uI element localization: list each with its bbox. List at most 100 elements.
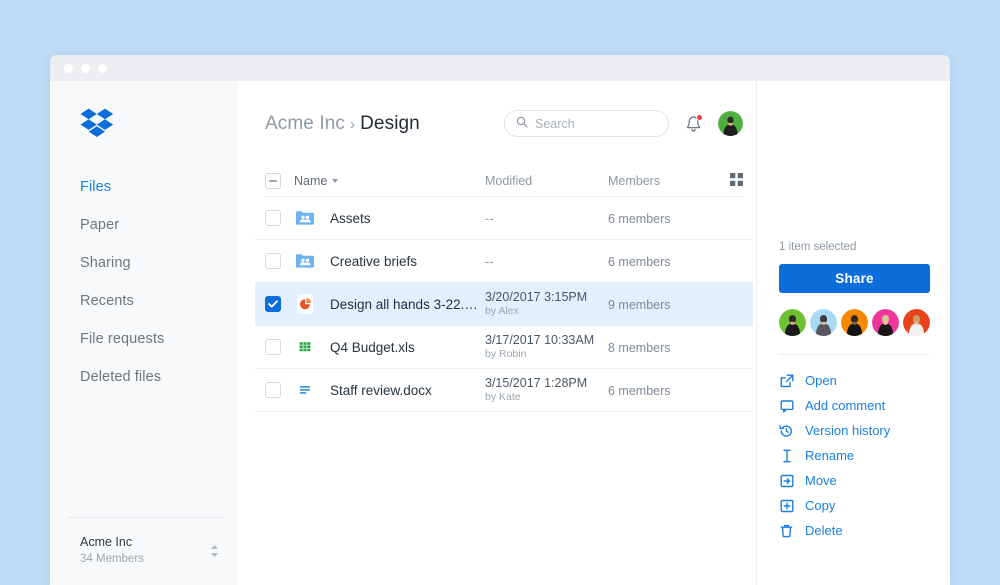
breadcrumb-separator: › — [350, 115, 356, 133]
table-row[interactable]: Q4 Budget.xls 3/17/2017 10:33AM by Robin… — [255, 326, 753, 369]
shared-folder-icon — [294, 207, 316, 229]
history-icon — [779, 424, 794, 438]
table-row[interactable]: Staff review.docx 3/15/2017 1:28PM by Ka… — [255, 369, 753, 412]
grid-view-icon[interactable] — [730, 173, 743, 189]
table-row-selected[interactable]: Design all hands 3-22.pptx 3/20/2017 3:1… — [255, 283, 753, 326]
action-version-history[interactable]: Version history — [779, 418, 930, 443]
action-delete[interactable]: Delete — [779, 518, 930, 543]
powerpoint-icon — [294, 293, 316, 315]
main-content: Acme Inc › Design Search Name Modified M… — [237, 81, 756, 585]
user-avatar[interactable] — [718, 111, 743, 136]
file-table: Name Modified Members Assets -- 6 member… — [255, 166, 756, 412]
action-label: Version history — [805, 423, 891, 438]
sidebar-item-file-requests[interactable]: File requests — [50, 320, 237, 358]
action-rename[interactable]: Rename — [779, 443, 930, 468]
sidebar-item-label: Recents — [80, 293, 134, 309]
file-name: Creative briefs — [330, 253, 418, 269]
action-label: Delete — [805, 523, 843, 538]
team-switcher-caret-icon — [210, 543, 219, 559]
action-label: Move — [805, 473, 837, 488]
file-members: 6 members — [608, 383, 671, 398]
file-members: 8 members — [608, 340, 671, 355]
window-close-dot[interactable] — [64, 63, 73, 73]
member-avatar-2[interactable] — [810, 309, 837, 336]
action-move[interactable]: Move — [779, 468, 930, 493]
notification-badge — [696, 113, 703, 121]
sidebar-nav: Files Paper Sharing Recents File request… — [50, 168, 237, 396]
dropbox-logo[interactable] — [50, 81, 237, 144]
external-link-icon — [779, 374, 794, 388]
member-avatar-1[interactable] — [779, 309, 806, 336]
comment-icon — [779, 399, 794, 413]
notifications-button[interactable] — [685, 113, 703, 133]
action-label: Add comment — [805, 398, 886, 413]
file-modified: 3/20/2017 3:15PM — [485, 290, 588, 304]
column-header-modified[interactable]: Modified — [485, 174, 608, 188]
breadcrumb-root[interactable]: Acme Inc — [265, 113, 345, 134]
word-icon — [294, 379, 316, 401]
member-avatar-3[interactable] — [841, 309, 868, 336]
sidebar-item-label: Paper — [80, 217, 120, 233]
row-checkbox[interactable] — [265, 339, 281, 355]
team-switcher[interactable]: Acme Inc 34 Members — [50, 517, 237, 585]
sidebar-item-sharing[interactable]: Sharing — [50, 244, 237, 282]
table-row[interactable]: Creative briefs -- 6 members — [255, 240, 753, 283]
selection-status: 1 item selected — [779, 241, 857, 253]
action-add-comment[interactable]: Add comment — [779, 393, 930, 418]
search-box[interactable] — [504, 110, 669, 137]
sort-chevron-down-icon[interactable] — [332, 179, 339, 183]
file-members: 6 members — [608, 211, 671, 226]
action-label: Open — [805, 373, 837, 388]
team-member-count: 34 Members — [80, 553, 144, 565]
share-button[interactable]: Share — [779, 264, 930, 293]
window-titlebar — [50, 55, 950, 81]
trash-icon — [779, 524, 794, 538]
sidebar-divider — [68, 517, 226, 518]
sidebar-item-paper[interactable]: Paper — [50, 206, 237, 244]
action-open[interactable]: Open — [779, 368, 930, 393]
sidebar-item-recents[interactable]: Recents — [50, 282, 237, 320]
row-checkbox[interactable] — [265, 382, 281, 398]
file-modified: -- — [485, 253, 494, 269]
copy-icon — [779, 499, 794, 513]
sidebar-item-label: File requests — [80, 331, 165, 347]
file-modified: -- — [485, 210, 494, 226]
member-avatar-4[interactable] — [872, 309, 899, 336]
member-avatar-list — [779, 309, 930, 336]
window-minimize-dot[interactable] — [81, 63, 90, 73]
column-header-members[interactable]: Members — [608, 174, 713, 188]
app-window: Files Paper Sharing Recents File request… — [50, 55, 950, 585]
details-panel: 1 item selected Share Open Add comment V… — [756, 81, 950, 585]
member-avatar-5[interactable] — [903, 309, 930, 336]
file-modified-by: by Alex — [485, 305, 519, 317]
row-checkbox[interactable] — [265, 296, 281, 312]
table-header-row: Name Modified Members — [265, 166, 743, 197]
sidebar: Files Paper Sharing Recents File request… — [50, 81, 237, 585]
file-members: 9 members — [608, 297, 671, 312]
sidebar-item-files[interactable]: Files — [50, 168, 237, 206]
window-maximize-dot[interactable] — [98, 63, 107, 73]
file-modified-by: by Robin — [485, 348, 527, 360]
row-checkbox[interactable] — [265, 210, 281, 226]
file-modified-by: by Kate — [485, 391, 521, 403]
panel-divider — [779, 354, 930, 355]
search-input[interactable] — [535, 116, 657, 131]
column-header-name[interactable]: Name — [294, 174, 327, 188]
select-all-checkbox[interactable] — [265, 173, 281, 189]
file-modified: 3/17/2017 10:33AM — [485, 333, 595, 347]
team-name: Acme Inc — [80, 535, 133, 549]
sidebar-item-deleted-files[interactable]: Deleted files — [50, 358, 237, 396]
sidebar-item-label: Sharing — [80, 255, 131, 271]
breadcrumb: Acme Inc › Design — [265, 113, 420, 135]
action-copy[interactable]: Copy — [779, 493, 930, 518]
move-icon — [779, 474, 794, 488]
file-name: Staff review.docx — [330, 382, 432, 398]
search-icon — [516, 115, 528, 133]
table-row[interactable]: Assets -- 6 members — [255, 197, 753, 240]
topbar: Acme Inc › Design — [265, 81, 756, 166]
row-checkbox[interactable] — [265, 253, 281, 269]
action-list: Open Add comment Version history Rename … — [779, 368, 930, 543]
breadcrumb-current: Design — [360, 112, 420, 134]
action-label: Rename — [805, 448, 855, 463]
text-cursor-icon — [779, 449, 794, 463]
